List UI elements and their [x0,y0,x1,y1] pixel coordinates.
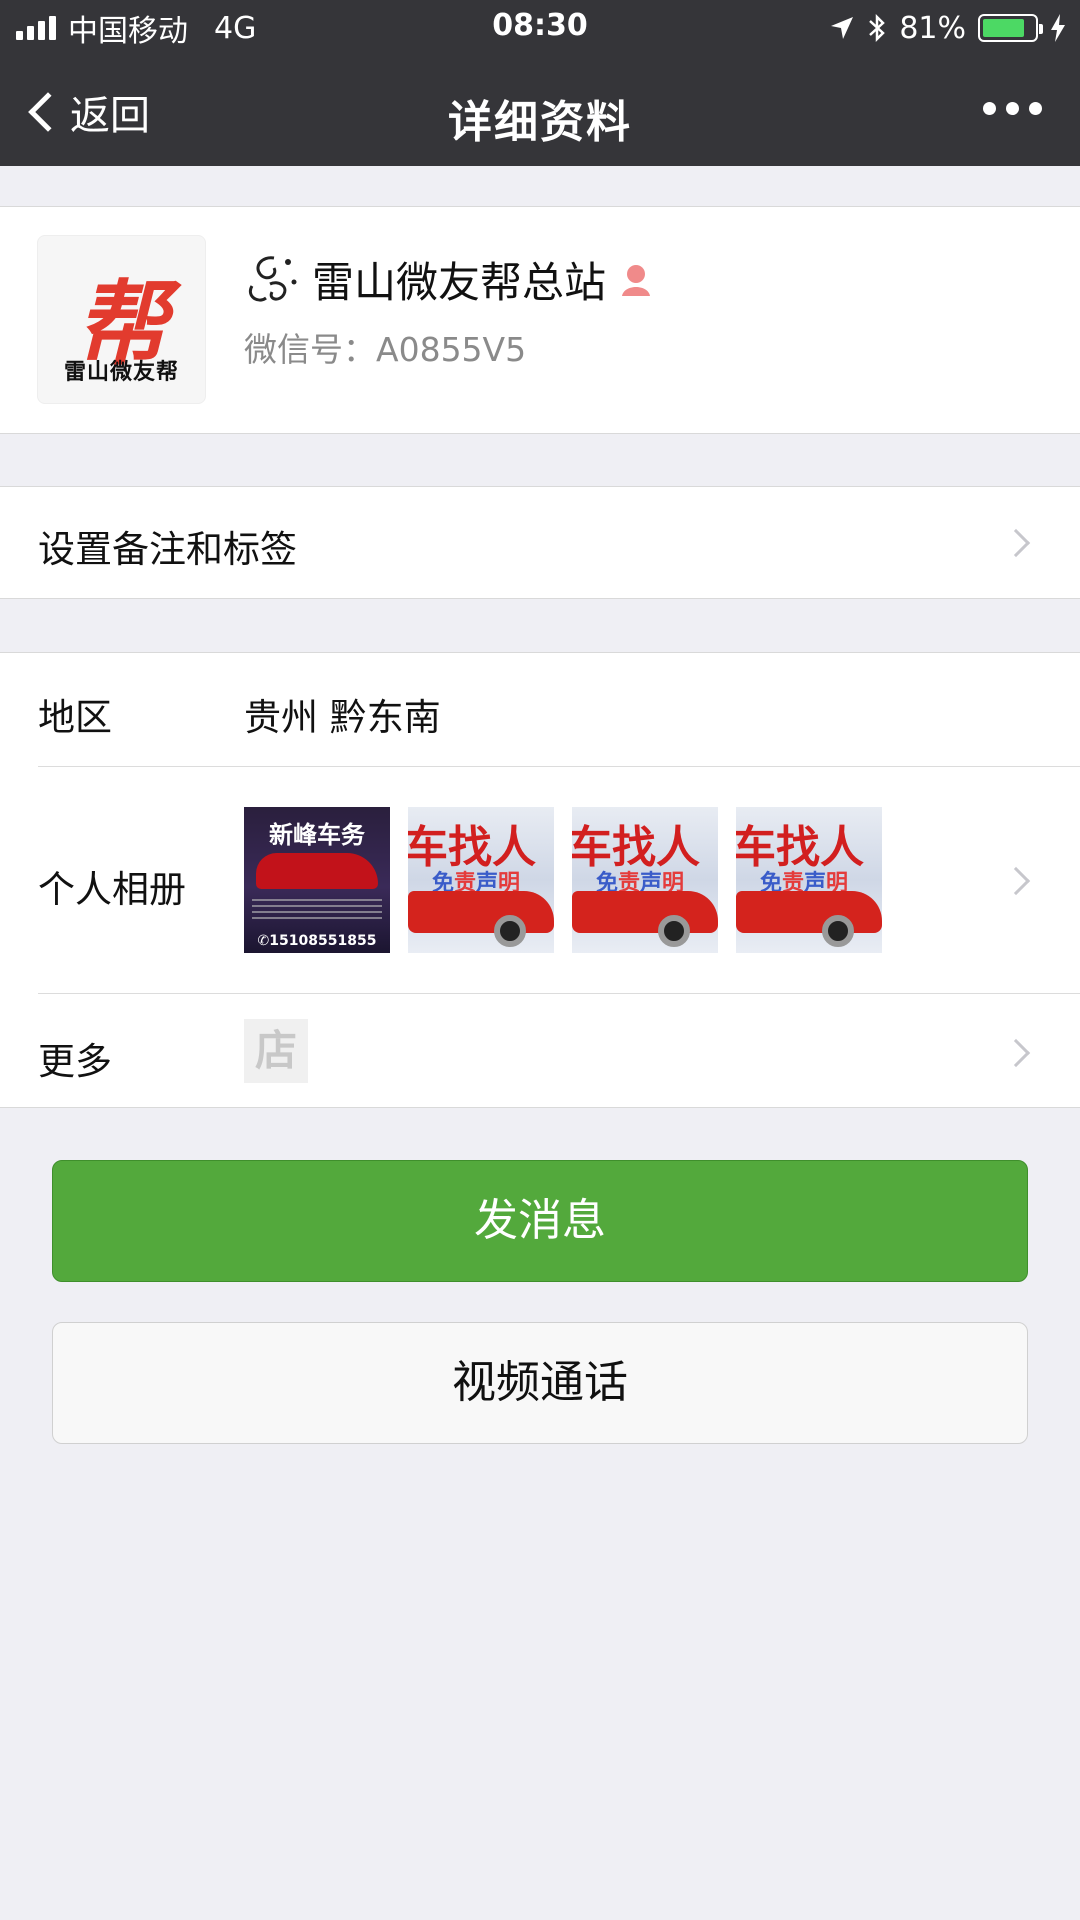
navigation-bar: 返回 详细资料 [0,56,1080,166]
avatar-text: 雷山微友帮 [63,360,179,385]
car-image [572,891,718,933]
profile-card: 帮 雷山微友帮 雷山微友帮总站 微信号：A0855V5 [0,206,1080,434]
divider [38,766,1080,767]
status-bar: 中国移动 4G 08:30 81% [0,0,1080,56]
album-thumbnail[interactable]: 车找人 免责声明 [572,807,718,953]
profile-name: 雷山微友帮总站 [312,258,607,307]
battery-percent: 81% [899,10,966,46]
wheel-icon [822,915,854,947]
location-icon [831,17,854,39]
chevron-right-icon [1001,866,1031,896]
battery-icon [978,14,1043,42]
name-row: 雷山微友帮总站 [244,249,656,310]
send-message-button[interactable]: 发消息 [52,1160,1028,1282]
female-icon [622,264,651,296]
chevron-right-icon [1001,1038,1031,1068]
video-call-button[interactable]: 视频通话 [52,1322,1028,1444]
chevron-right-icon [1001,528,1031,558]
avatar[interactable]: 帮 雷山微友帮 [37,235,206,404]
region-value: 贵州 黔东南 [244,696,441,739]
divider [38,993,1080,994]
album-thumbnail[interactable]: 车找人 免责声明 [408,807,554,953]
wheel-icon [494,915,526,947]
car-image [408,891,554,933]
thumbnail-fine-print [252,899,382,919]
thumbnail-phone: ✆15108551855 [257,933,377,949]
thumbnail-title: 新峰车务 [269,821,365,849]
top-bar: 中国移动 4G 08:30 81% 返回 详细资料 [0,0,1080,166]
bluetooth-icon [869,13,886,43]
album-thumbnail[interactable]: 车找人 免责声明 [736,807,882,953]
album-label: 个人相册 [38,868,186,911]
remark-tags-row[interactable]: 设置备注和标签 [0,486,1080,599]
album-thumbnail[interactable]: 新峰车务 ✆15108551855 [244,807,390,953]
swirl-icon [249,255,297,302]
shop-icon: 店 [244,1019,308,1083]
wheel-icon [658,915,690,947]
car-image [736,891,882,933]
battery-fill [983,19,1024,37]
ellipsis-icon[interactable] [983,102,1042,115]
info-card: 地区 贵州 黔东南 个人相册 新峰车务 ✆15108551855 车找人 免责声… [0,652,1080,1108]
car-image [256,853,378,889]
wechat-id: 微信号：A0855V5 [244,330,527,369]
charging-icon [1051,14,1065,42]
status-right: 81% [829,8,1066,48]
more-label: 更多 [38,1040,112,1083]
page-title: 详细资料 [448,97,632,148]
remark-label: 设置备注和标签 [38,528,297,571]
region-label: 地区 [38,696,112,739]
